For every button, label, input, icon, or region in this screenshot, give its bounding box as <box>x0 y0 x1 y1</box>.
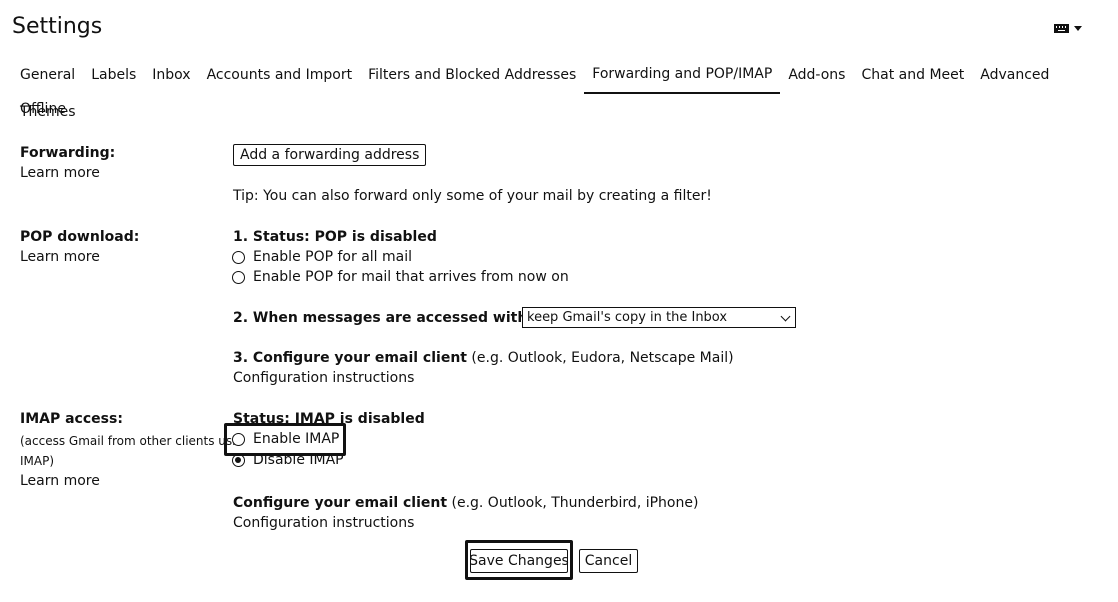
imap-note-line2: IMAP) <box>20 454 55 468</box>
forwarding-tip: Tip: You can also forward only some of y… <box>233 188 712 204</box>
chevron-down-icon <box>780 311 791 322</box>
disable-imap-radio[interactable] <box>232 453 245 467</box>
imap-configure-client: Configure your email client (e.g. Outloo… <box>233 495 698 511</box>
pop-configure-client-title: 3. Configure your email client <box>233 350 467 366</box>
imap-note-line1: (access Gmail from other clients usin <box>20 434 244 448</box>
settings-tabs: General Labels Inbox Accounts and Import… <box>12 60 1112 128</box>
forwarding-learn-more-link[interactable]: Learn more <box>20 165 100 181</box>
imap-configure-client-title: Configure your email client <box>233 495 448 511</box>
imap-learn-more-link[interactable]: Learn more <box>20 473 100 489</box>
add-forwarding-address-button[interactable]: Add a forwarding address <box>233 144 427 166</box>
cancel-button[interactable]: Cancel <box>579 549 638 573</box>
settings-page: Settings General Labels Inbox Accounts a… <box>0 0 1118 602</box>
tab-accounts-and-import[interactable]: Accounts and Import <box>199 60 361 94</box>
enable-imap-label: Enable IMAP <box>253 431 340 447</box>
tab-chat-and-meet[interactable]: Chat and Meet <box>853 60 972 94</box>
pop-config-instructions-link[interactable]: Configuration instructions <box>233 370 414 386</box>
enable-pop-all-label: Enable POP for all mail <box>253 249 412 265</box>
enable-pop-from-now-label: Enable POP for mail that arrives from no… <box>253 269 569 285</box>
imap-access-label: IMAP access: <box>20 411 123 427</box>
disable-imap-radio-row[interactable]: Disable IMAP <box>232 452 344 468</box>
pop-download-label: POP download: <box>20 229 140 245</box>
tab-forwarding-and-pop-imap[interactable]: Forwarding and POP/IMAP <box>584 60 781 94</box>
pop-status: 1. Status: POP is disabled <box>233 229 437 245</box>
tab-filters-and-blocked-addresses[interactable]: Filters and Blocked Addresses <box>360 60 584 94</box>
forwarding-label: Forwarding: <box>20 145 116 161</box>
tab-themes[interactable]: Themes <box>20 104 76 120</box>
pop-configure-client: 3. Configure your email client (e.g. Out… <box>233 350 734 366</box>
enable-pop-from-now-radio-row[interactable]: Enable POP for mail that arrives from no… <box>232 269 569 285</box>
enable-imap-radio[interactable] <box>232 432 245 446</box>
tab-labels[interactable]: Labels <box>83 60 144 94</box>
tab-advanced[interactable]: Advanced <box>972 60 1057 94</box>
tab-general[interactable]: General <box>12 60 83 94</box>
imap-configure-client-examples: (e.g. Outlook, Thunderbird, iPhone) <box>447 495 699 511</box>
input-tools-menu[interactable] <box>1054 24 1082 33</box>
save-changes-button[interactable]: Save Changes <box>469 549 569 573</box>
enable-imap-radio-row[interactable]: Enable IMAP <box>232 431 339 447</box>
tab-add-ons[interactable]: Add-ons <box>780 60 853 94</box>
page-title: Settings <box>12 14 103 39</box>
enable-pop-all-radio[interactable] <box>232 250 245 264</box>
imap-config-instructions-link[interactable]: Configuration instructions <box>233 515 414 531</box>
caret-down-icon <box>1074 26 1082 31</box>
pop-configure-client-examples: (e.g. Outlook, Eudora, Netscape Mail) <box>466 350 734 366</box>
keyboard-icon <box>1054 24 1069 33</box>
pop-action-select-value: keep Gmail's copy in the Inbox <box>527 310 728 325</box>
enable-pop-all-radio-row[interactable]: Enable POP for all mail <box>232 249 412 265</box>
pop-when-accessed-label: 2. When messages are accessed with POP <box>233 310 565 326</box>
pop-action-select[interactable]: keep Gmail's copy in the Inbox <box>522 307 796 328</box>
enable-pop-from-now-radio[interactable] <box>232 270 245 284</box>
pop-learn-more-link[interactable]: Learn more <box>20 249 100 265</box>
disable-imap-label: Disable IMAP <box>253 452 344 468</box>
tab-inbox[interactable]: Inbox <box>144 60 198 94</box>
imap-status: Status: IMAP is disabled <box>233 411 425 427</box>
